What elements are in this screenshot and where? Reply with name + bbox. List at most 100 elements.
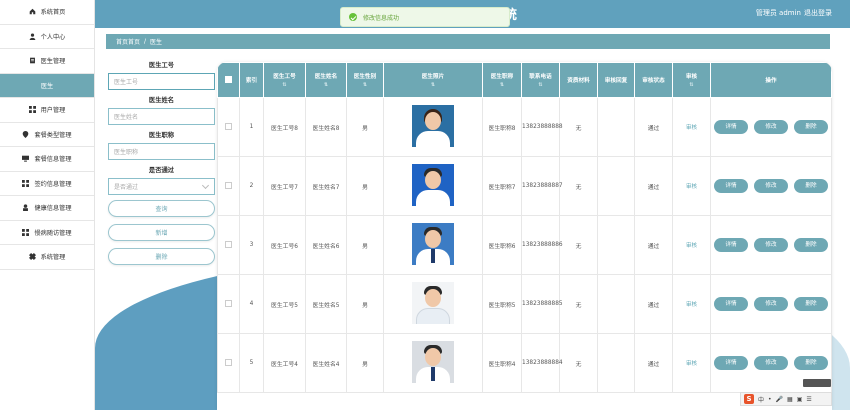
detail-button[interactable]: 详情 xyxy=(714,179,748,193)
edit-button[interactable]: 修改 xyxy=(754,238,788,252)
sidebar-item-chronic-followup[interactable]: 慢病随访管理 xyxy=(0,221,94,245)
cell-gender: 男 xyxy=(346,333,384,393)
cell-photo xyxy=(383,215,483,275)
sidebar-item-package-type[interactable]: 套餐类型管理 xyxy=(0,123,94,147)
header-select-all[interactable] xyxy=(217,62,240,98)
monitor-icon xyxy=(22,155,30,162)
edit-button[interactable]: 修改 xyxy=(754,297,788,311)
breadcrumb-home[interactable]: 首页首页 xyxy=(116,37,140,46)
menu-icon[interactable]: ☰ xyxy=(806,396,811,403)
audit-link[interactable]: 审核 xyxy=(686,361,697,367)
delete-button[interactable]: 删除 xyxy=(794,297,828,311)
passed-select-placeholder: 是否通过 xyxy=(114,184,139,191)
query-button[interactable]: 查询 xyxy=(108,200,215,217)
header-materials: 资质材料 xyxy=(559,62,598,98)
delete-button[interactable]: 删除 xyxy=(794,238,828,252)
cell-gender: 男 xyxy=(346,156,384,216)
doctor-title-input[interactable]: 医生职称 xyxy=(108,143,215,160)
sort-icon[interactable]: ⇅ xyxy=(347,82,383,88)
edit-button[interactable]: 修改 xyxy=(754,120,788,134)
breadcrumb: 首页首页 / 医生 xyxy=(106,34,830,49)
sidebar-item-profile[interactable]: 个人中心 xyxy=(0,25,94,49)
sort-icon[interactable]: ⇅ xyxy=(483,82,521,88)
ime-toolbar: S 中 • 🎤 ▦ ▣ ☰ xyxy=(740,392,832,406)
sidebar-item-label: 慢病随访管理 xyxy=(34,229,72,237)
sort-icon[interactable]: ⇅ xyxy=(522,82,559,88)
detail-button[interactable]: 详情 xyxy=(714,120,748,134)
sidebar-item-user-manage[interactable]: 用户管理 xyxy=(0,98,94,123)
cell-doctor-no: 医生工号5 xyxy=(263,274,306,334)
doctor-name-input[interactable]: 医生姓名 xyxy=(108,108,215,125)
sort-icon[interactable]: ⇅ xyxy=(673,82,710,88)
sidebar-item-contract-info[interactable]: 签约信息管理 xyxy=(0,172,94,196)
ime-language[interactable]: 中 xyxy=(758,395,764,404)
select-all-checkbox[interactable] xyxy=(225,75,232,83)
row-checkbox[interactable] xyxy=(225,122,232,130)
detail-button[interactable]: 详情 xyxy=(714,238,748,252)
keyboard-toggle-icon[interactable] xyxy=(803,379,831,387)
breadcrumb-current: 医生 xyxy=(150,39,163,46)
skin-icon[interactable]: ▣ xyxy=(797,396,803,403)
cell-phone: 13823888885 xyxy=(521,274,563,334)
batch-delete-button[interactable]: 删除 xyxy=(108,248,215,265)
row-checkbox[interactable] xyxy=(225,240,232,248)
table-row: 4 医生工号5 医生姓名5 男 医生职称5 13823888885 无 通过 审… xyxy=(217,274,832,334)
audit-link[interactable]: 审核 xyxy=(686,125,697,131)
admin-name: 管理员 admin xyxy=(755,9,801,17)
sidebar-item-home[interactable]: 系统首页 xyxy=(0,0,94,25)
cell-title: 医生职称4 xyxy=(482,333,522,393)
doctor-no-input[interactable]: 医生工号 xyxy=(108,73,215,90)
logout-link[interactable]: 退出登录 xyxy=(804,9,832,17)
cell-gender: 男 xyxy=(346,274,384,334)
settings-icon xyxy=(28,253,36,261)
ime-punct-icon[interactable]: • xyxy=(768,396,772,403)
cell-reply xyxy=(597,215,635,275)
toast-message: 修改信息成功 xyxy=(363,14,400,22)
passed-label: 是否通过 xyxy=(148,167,175,174)
cell-index: 4 xyxy=(239,274,264,334)
grid-icon xyxy=(22,179,30,187)
audit-link[interactable]: 审核 xyxy=(686,184,697,190)
passed-select[interactable]: 是否通过 xyxy=(108,178,215,195)
audit-link[interactable]: 审核 xyxy=(686,243,697,249)
cell-reply xyxy=(597,156,635,216)
sidebar-item-doctor[interactable]: 医生 xyxy=(0,73,94,98)
sidebar-item-doctor-manage[interactable]: 医生管理 xyxy=(0,49,94,74)
detail-button[interactable]: 详情 xyxy=(714,356,748,370)
add-button[interactable]: 新增 xyxy=(108,224,215,241)
sort-icon[interactable]: ⇅ xyxy=(384,82,482,88)
cell-doctor-no: 医生工号6 xyxy=(263,215,306,275)
edit-button[interactable]: 修改 xyxy=(754,179,788,193)
mic-icon[interactable]: 🎤 xyxy=(776,396,783,403)
cell-status: 通过 xyxy=(634,97,673,157)
delete-button[interactable]: 删除 xyxy=(794,356,828,370)
header-gender[interactable]: 医生性别 ⇅ xyxy=(346,62,384,98)
sidebar-item-system[interactable]: 系统管理 xyxy=(0,245,94,270)
cell-index: 2 xyxy=(239,156,264,216)
row-checkbox[interactable] xyxy=(225,299,232,307)
header-photo[interactable]: 医生照片 ⇅ xyxy=(383,62,483,98)
header-doctor-name[interactable]: 医生姓名 ⇅ xyxy=(305,62,347,98)
detail-button[interactable]: 详情 xyxy=(714,297,748,311)
sort-icon[interactable]: ⇅ xyxy=(306,82,346,88)
table-header-row: 索引 医生工号 ⇅ 医生姓名 ⇅ 医生性别 ⇅ 医生照片 ⇅ 医生职称 ⇅ 联系电话 ⇅ 资… xyxy=(217,62,832,98)
sidebar-item-package-info[interactable]: 套餐信息管理 xyxy=(0,147,94,172)
header-doctor-no[interactable]: 医生工号 ⇅ xyxy=(263,62,306,98)
header-title[interactable]: 医生职称 ⇅ xyxy=(482,62,522,98)
header-phone[interactable]: 联系电话 ⇅ xyxy=(521,62,560,98)
delete-button[interactable]: 删除 xyxy=(794,179,828,193)
ime-logo-icon[interactable]: S xyxy=(744,394,754,404)
cell-photo xyxy=(383,274,483,334)
row-checkbox[interactable] xyxy=(225,358,232,366)
edit-button[interactable]: 修改 xyxy=(754,356,788,370)
keyboard-icon[interactable]: ▦ xyxy=(787,396,793,403)
audit-link[interactable]: 审核 xyxy=(686,302,697,308)
pin-icon xyxy=(22,130,29,138)
cell-index: 1 xyxy=(239,97,264,157)
delete-button[interactable]: 删除 xyxy=(794,120,828,134)
sidebar-item-health-info[interactable]: 健康信息管理 xyxy=(0,196,94,221)
user-icon xyxy=(29,33,36,40)
cell-doctor-name: 医生姓名5 xyxy=(305,274,347,334)
row-checkbox[interactable] xyxy=(225,181,232,189)
sort-icon[interactable]: ⇅ xyxy=(264,82,305,88)
